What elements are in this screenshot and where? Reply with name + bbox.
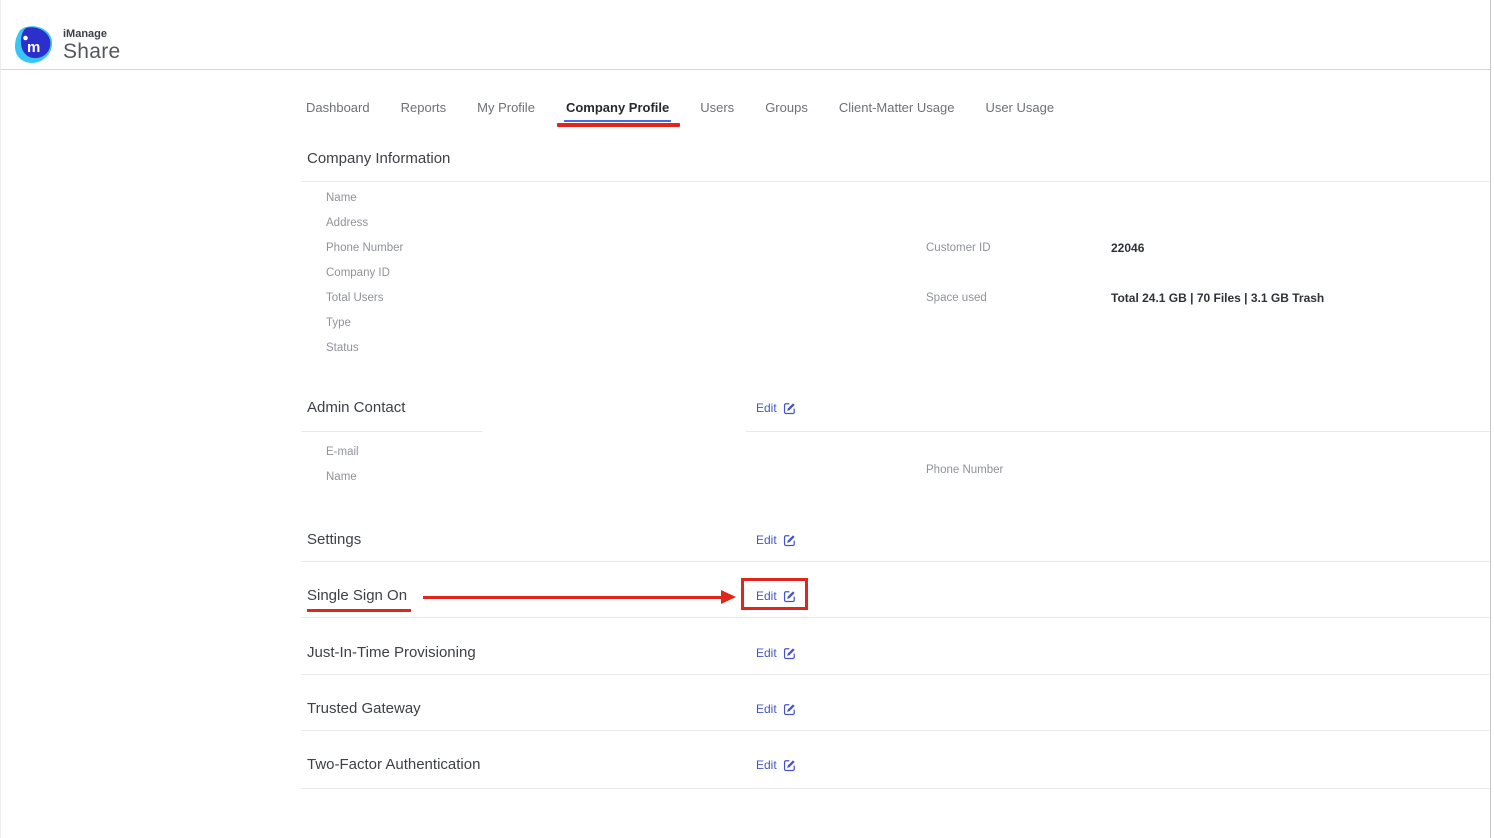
- edit-icon: [783, 534, 796, 547]
- field-label-space-used: Space used: [926, 292, 987, 304]
- two-factor-authentication-edit-button[interactable]: Edit: [756, 758, 796, 772]
- edit-icon: [783, 647, 796, 660]
- single-sign-on-edit-button[interactable]: Edit: [756, 589, 796, 603]
- brand-product: iManage: [63, 28, 121, 41]
- edit-icon: [783, 590, 796, 603]
- divider: [301, 788, 1490, 789]
- brand: m iManage Share: [10, 24, 121, 66]
- admin-nav-tabs: Dashboard Reports My Profile Company Pro…: [306, 100, 1054, 119]
- field-label-type: Type: [326, 317, 351, 329]
- brand-app: Share: [63, 41, 121, 63]
- tab-groups[interactable]: Groups: [765, 100, 808, 119]
- field-value-space-used: Total 24.1 GB | 70 Files | 3.1 GB Trash: [1111, 291, 1324, 305]
- edit-icon: [783, 703, 796, 716]
- annotation-tab-underline: [557, 123, 680, 127]
- tab-reports[interactable]: Reports: [401, 100, 447, 119]
- divider: [301, 431, 482, 432]
- admin-contact-edit-button[interactable]: Edit: [756, 401, 796, 415]
- field-label-address: Address: [326, 217, 368, 229]
- section-title-trusted-gateway: Trusted Gateway: [307, 700, 421, 717]
- divider: [301, 617, 1490, 618]
- page-right-border: [1490, 0, 1491, 838]
- section-title-settings: Settings: [307, 531, 361, 548]
- settings-edit-button[interactable]: Edit: [756, 533, 796, 547]
- field-label-name: Name: [326, 192, 357, 204]
- section-title-two-factor-authentication: Two-Factor Authentication: [307, 756, 480, 773]
- divider: [746, 431, 1490, 432]
- trusted-gateway-edit-label: Edit: [756, 702, 777, 716]
- field-label-total-users: Total Users: [326, 292, 384, 304]
- settings-edit-label: Edit: [756, 533, 777, 547]
- section-title-company-information: Company Information: [307, 150, 450, 167]
- tab-user-usage[interactable]: User Usage: [985, 100, 1054, 119]
- two-factor-authentication-edit-label: Edit: [756, 758, 777, 772]
- trusted-gateway-edit-button[interactable]: Edit: [756, 702, 796, 716]
- tab-dashboard[interactable]: Dashboard: [306, 100, 370, 119]
- imanage-share-admin-page: m iManage Share Dashboard Reports My Pro…: [0, 0, 1494, 838]
- annotation-arrow-line: [423, 596, 723, 599]
- divider: [301, 730, 1490, 731]
- just-in-time-provisioning-edit-button[interactable]: Edit: [756, 646, 796, 660]
- field-label-company-id: Company ID: [326, 267, 390, 279]
- main-content: Dashboard Reports My Profile Company Pro…: [301, 0, 1491, 838]
- divider: [301, 674, 1490, 675]
- tab-company-profile[interactable]: Company Profile: [566, 100, 669, 119]
- tab-users[interactable]: Users: [700, 100, 734, 119]
- imanage-logo-icon: m: [10, 24, 56, 66]
- section-title-admin-contact: Admin Contact: [307, 399, 405, 416]
- edit-icon: [783, 759, 796, 772]
- tab-company-profile-label: Company Profile: [566, 100, 669, 115]
- field-label-customer-id: Customer ID: [926, 242, 991, 254]
- svg-text:m: m: [27, 39, 40, 56]
- section-title-single-sign-on: Single Sign On: [307, 587, 407, 604]
- divider: [301, 181, 1490, 182]
- single-sign-on-edit-label: Edit: [756, 589, 777, 603]
- field-label-email: E-mail: [326, 446, 359, 458]
- tab-my-profile[interactable]: My Profile: [477, 100, 535, 119]
- annotation-sso-underline: [307, 609, 411, 612]
- field-label-phone-number: Phone Number: [326, 242, 403, 254]
- field-label-admin-name: Name: [326, 471, 357, 483]
- divider: [301, 561, 1490, 562]
- tab-client-matter-usage[interactable]: Client-Matter Usage: [839, 100, 955, 119]
- section-title-just-in-time-provisioning: Just-In-Time Provisioning: [307, 644, 476, 661]
- annotation-arrow-head: [721, 590, 736, 604]
- field-label-status: Status: [326, 342, 359, 354]
- field-value-customer-id: 22046: [1111, 241, 1144, 255]
- edit-icon: [783, 402, 796, 415]
- brand-text: iManage Share: [63, 28, 121, 63]
- active-tab-underline: [564, 120, 671, 122]
- field-label-admin-phone-number: Phone Number: [926, 464, 1003, 476]
- admin-contact-edit-label: Edit: [756, 401, 777, 415]
- just-in-time-provisioning-edit-label: Edit: [756, 646, 777, 660]
